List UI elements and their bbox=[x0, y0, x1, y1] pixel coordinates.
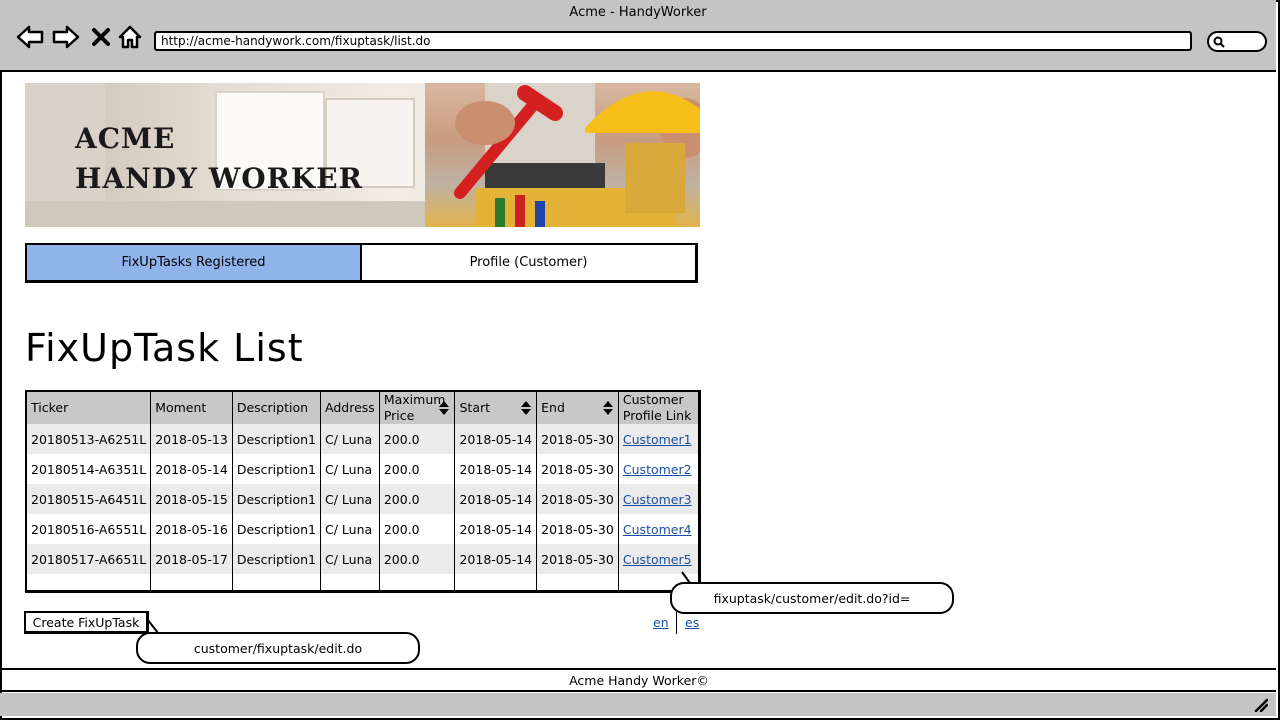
cell-customer: Customer4 bbox=[618, 514, 698, 544]
column-header-end[interactable]: End bbox=[536, 392, 619, 424]
sort-icon[interactable] bbox=[439, 401, 450, 415]
cell-price: 200.0 bbox=[379, 514, 456, 544]
table-row: 20180513-A6251L 2018-05-13 Description1 … bbox=[27, 424, 698, 454]
language-link-es[interactable]: es bbox=[685, 615, 699, 630]
cell-ticker: 20180517-A6651L bbox=[27, 544, 152, 574]
back-arrow-icon[interactable] bbox=[16, 24, 44, 50]
column-header-address[interactable]: Address bbox=[320, 392, 380, 424]
cell-ticker: 20180513-A6251L bbox=[27, 424, 152, 454]
column-header-description[interactable]: Description bbox=[232, 392, 322, 424]
cell-price: 200.0 bbox=[379, 454, 456, 484]
cell-ticker: 20180515-A6451L bbox=[27, 484, 152, 514]
cell-end: 2018-05-30 bbox=[536, 514, 619, 544]
column-header-maximum-price[interactable]: Maximum Price bbox=[379, 392, 456, 424]
cell-end: 2018-05-30 bbox=[536, 484, 619, 514]
column-header-end-label: End bbox=[541, 400, 565, 415]
home-icon[interactable] bbox=[117, 24, 143, 50]
table-row: 20180515-A6451L 2018-05-15 Description1 … bbox=[27, 484, 698, 514]
table-row: 20180517-A6651L 2018-05-17 Description1 … bbox=[27, 544, 698, 574]
banner-title-line2: HANDY WORKER bbox=[75, 162, 363, 195]
customer-profile-link[interactable]: Customer3 bbox=[623, 492, 692, 507]
cell-start: 2018-05-14 bbox=[454, 484, 538, 514]
cell-moment: 2018-05-15 bbox=[150, 484, 233, 514]
column-header-customer-profile-link[interactable]: Customer Profile Link bbox=[618, 392, 698, 424]
cell-end: 2018-05-30 bbox=[536, 544, 619, 574]
cell-start: 2018-05-14 bbox=[454, 544, 538, 574]
cell-address: C/ Luna bbox=[320, 454, 380, 484]
window-title: Acme - HandyWorker bbox=[569, 5, 707, 20]
cell-address: C/ Luna bbox=[320, 514, 380, 544]
resize-grip-icon[interactable] bbox=[1254, 698, 1268, 712]
column-header-ticker[interactable]: Ticker bbox=[27, 392, 152, 424]
cell-description: Description1 bbox=[232, 514, 322, 544]
footer: Acme Handy Worker© bbox=[2, 668, 1276, 692]
search-icon bbox=[1213, 36, 1225, 48]
cell-ticker: 20180516-A6551L bbox=[27, 514, 152, 544]
customer-profile-link[interactable]: Customer2 bbox=[623, 462, 692, 477]
column-header-moment[interactable]: Moment bbox=[150, 392, 233, 424]
main-tabs: FixUpTasks Registered Profile (Customer) bbox=[25, 243, 698, 283]
cell-description: Description1 bbox=[232, 544, 322, 574]
tab-fixuptasks-registered[interactable]: FixUpTasks Registered bbox=[27, 245, 362, 280]
cell-description: Description1 bbox=[232, 484, 322, 514]
customer-profile-link[interactable]: Customer4 bbox=[623, 522, 692, 537]
language-divider bbox=[676, 612, 677, 634]
column-header-customer-line2: Profile Link bbox=[622, 408, 692, 423]
cell-ticker: 20180514-A6351L bbox=[27, 454, 152, 484]
browser-titlebar: Acme - HandyWorker http://acme-handywork… bbox=[0, 0, 1276, 72]
annotation-create-link: customer/fixuptask/edit.do bbox=[136, 632, 420, 664]
sort-icon[interactable] bbox=[602, 401, 613, 415]
banner-title: ACME HANDY WORKER bbox=[75, 119, 363, 199]
banner-title-line1: ACME bbox=[75, 122, 176, 155]
customer-profile-link[interactable]: Customer5 bbox=[623, 552, 692, 567]
annotation-customer-link: fixuptask/customer/edit.do?id= bbox=[670, 582, 954, 614]
worker-photo bbox=[425, 83, 700, 227]
language-link-en[interactable]: en bbox=[653, 615, 669, 630]
cell-price: 200.0 bbox=[379, 544, 456, 574]
handyman-illustration bbox=[454, 83, 700, 227]
table-row: 20180516-A6551L 2018-05-16 Description1 … bbox=[27, 514, 698, 544]
column-header-customer-line1: Customer bbox=[622, 392, 684, 407]
cell-price: 200.0 bbox=[379, 484, 456, 514]
cell-start: 2018-05-14 bbox=[454, 514, 538, 544]
cell-customer: Customer1 bbox=[618, 424, 698, 454]
column-header-start[interactable]: Start bbox=[454, 392, 538, 424]
cell-address: C/ Luna bbox=[320, 484, 380, 514]
cell-address: C/ Luna bbox=[320, 544, 380, 574]
close-icon[interactable] bbox=[90, 24, 112, 50]
cell-address: C/ Luna bbox=[320, 424, 380, 454]
banner-image: ACME HANDY WORKER bbox=[25, 83, 700, 227]
forward-arrow-icon[interactable] bbox=[52, 24, 80, 50]
create-fixuptask-button[interactable]: Create FixUpTask bbox=[24, 611, 149, 634]
cell-customer: Customer2 bbox=[618, 454, 698, 484]
cell-end: 2018-05-30 bbox=[536, 424, 619, 454]
cell-price: 200.0 bbox=[379, 424, 456, 454]
cell-start: 2018-05-14 bbox=[454, 424, 538, 454]
tab-profile-customer[interactable]: Profile (Customer) bbox=[362, 245, 695, 280]
table-row-empty bbox=[27, 574, 698, 590]
browser-search-box[interactable] bbox=[1207, 31, 1267, 52]
cell-moment: 2018-05-14 bbox=[150, 454, 233, 484]
cell-moment: 2018-05-16 bbox=[150, 514, 233, 544]
cell-end: 2018-05-30 bbox=[536, 454, 619, 484]
cell-moment: 2018-05-13 bbox=[150, 424, 233, 454]
column-header-start-label: Start bbox=[459, 400, 491, 415]
page-title: FixUpTask List bbox=[25, 326, 304, 370]
cell-customer: Customer3 bbox=[618, 484, 698, 514]
fixuptask-table: Ticker Moment Description Address Maximu… bbox=[25, 390, 701, 593]
sort-icon[interactable] bbox=[521, 401, 532, 415]
customer-profile-link[interactable]: Customer1 bbox=[623, 432, 692, 447]
browser-statusbar bbox=[0, 693, 1276, 716]
cell-description: Description1 bbox=[232, 424, 322, 454]
table-header-row: Ticker Moment Description Address Maximu… bbox=[27, 392, 698, 424]
table-row: 20180514-A6351L 2018-05-14 Description1 … bbox=[27, 454, 698, 484]
cell-moment: 2018-05-17 bbox=[150, 544, 233, 574]
address-bar[interactable]: http://acme-handywork.com/fixuptask/list… bbox=[154, 31, 1192, 51]
cell-start: 2018-05-14 bbox=[454, 454, 538, 484]
cell-description: Description1 bbox=[232, 454, 322, 484]
